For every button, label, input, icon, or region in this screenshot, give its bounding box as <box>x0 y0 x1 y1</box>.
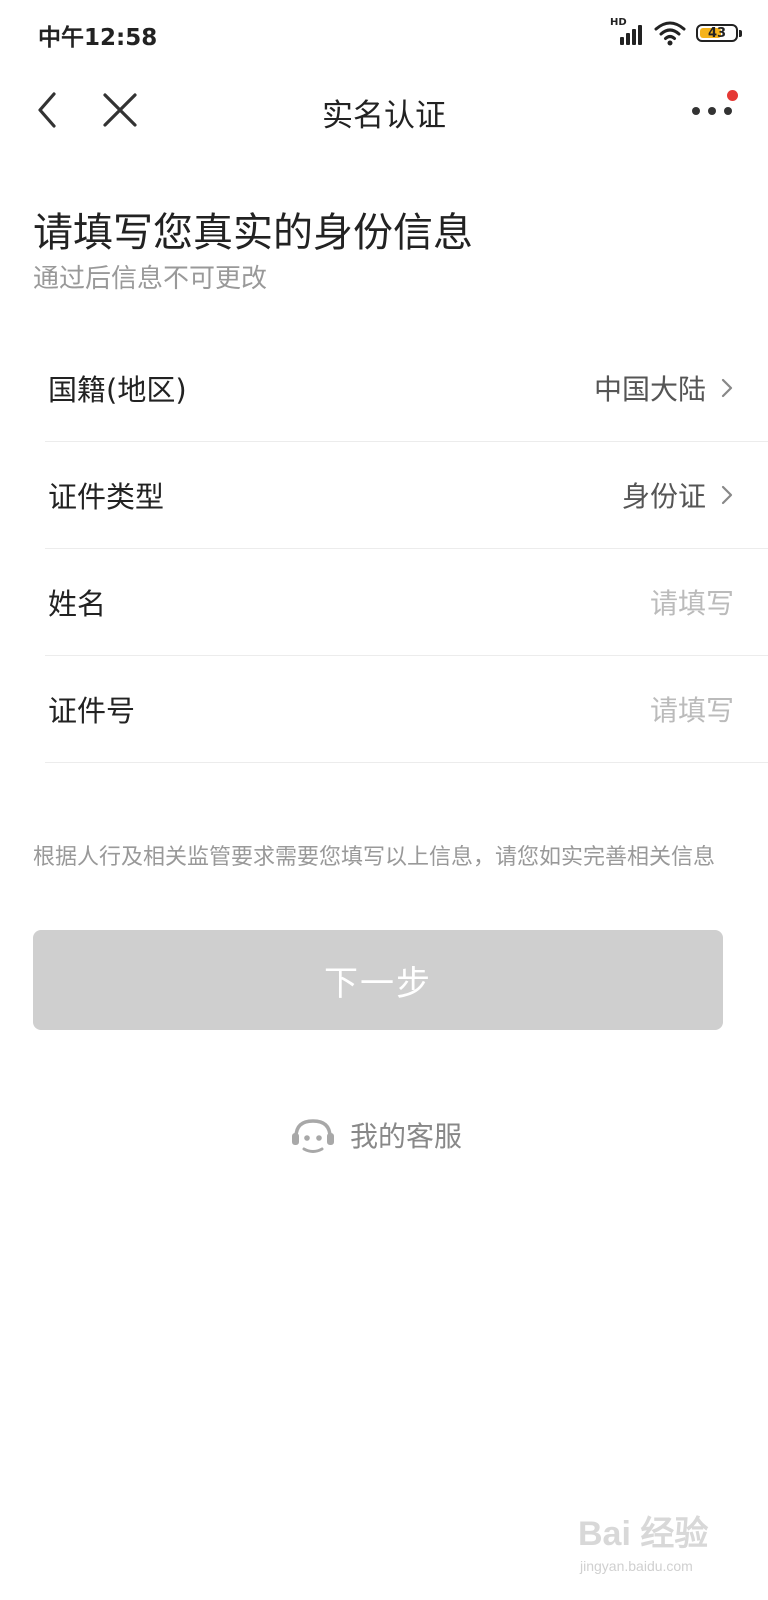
customer-service-link[interactable]: 我的客服 <box>290 1110 462 1160</box>
more-dots-icon[interactable] <box>690 90 738 130</box>
status-bar: 中午12:58 HD 43 <box>0 0 768 70</box>
form-subheading: 通过后信息不可更改 <box>33 264 268 294</box>
form-heading: 请填写您真实的身份信息 <box>33 210 473 256</box>
customer-service-label: 我的客服 <box>350 1120 463 1153</box>
nationality-label: 国籍(地区) <box>48 373 187 407</box>
id-number-label: 证件号 <box>48 694 136 728</box>
status-time: 中午12:58 <box>38 25 158 51</box>
nationality-value: 中国大陆 <box>593 373 706 406</box>
id-number-row[interactable]: 证件号 请填写 <box>45 656 768 763</box>
notification-badge <box>727 90 738 101</box>
chevron-right-icon <box>721 485 733 505</box>
battery-level: 43 <box>707 25 727 41</box>
identity-form: 国籍(地区) 中国大陆 证件类型 身份证 姓名 请填写 证件号 请填写 <box>45 335 768 763</box>
name-label: 姓名 <box>48 587 107 621</box>
id-type-value: 身份证 <box>621 480 706 513</box>
battery-icon: 43 <box>696 24 742 42</box>
name-row[interactable]: 姓名 请填写 <box>45 549 768 656</box>
signal-icon: HD <box>610 17 644 47</box>
chevron-right-icon <box>721 378 733 398</box>
nav-bar: 实名认证 <box>0 70 768 150</box>
id-type-row[interactable]: 证件类型 身份证 <box>45 442 768 549</box>
status-icons: HD 43 <box>610 17 742 48</box>
watermark-brand: Bai 经验 <box>578 1515 709 1553</box>
customer-service-icon <box>292 1119 334 1153</box>
baidu-jingyan-watermark: Bai 经验 jingyan.baidu.com <box>578 1488 728 1583</box>
network-type-label: HD <box>610 17 627 28</box>
next-step-button[interactable]: 下一步 <box>33 930 723 1030</box>
id-number-input[interactable]: 请填写 <box>650 689 734 729</box>
watermark-domain: jingyan.baidu.com <box>580 1558 693 1574</box>
name-input[interactable]: 请填写 <box>650 582 734 622</box>
page-title: 实名认证 <box>322 98 446 134</box>
id-type-label: 证件类型 <box>48 480 165 514</box>
regulation-notice: 根据人行及相关监管要求需要您填写以上信息，请您如实完善相关信息 <box>33 845 716 870</box>
wifi-icon <box>654 21 686 46</box>
nationality-row[interactable]: 国籍(地区) 中国大陆 <box>45 335 768 442</box>
